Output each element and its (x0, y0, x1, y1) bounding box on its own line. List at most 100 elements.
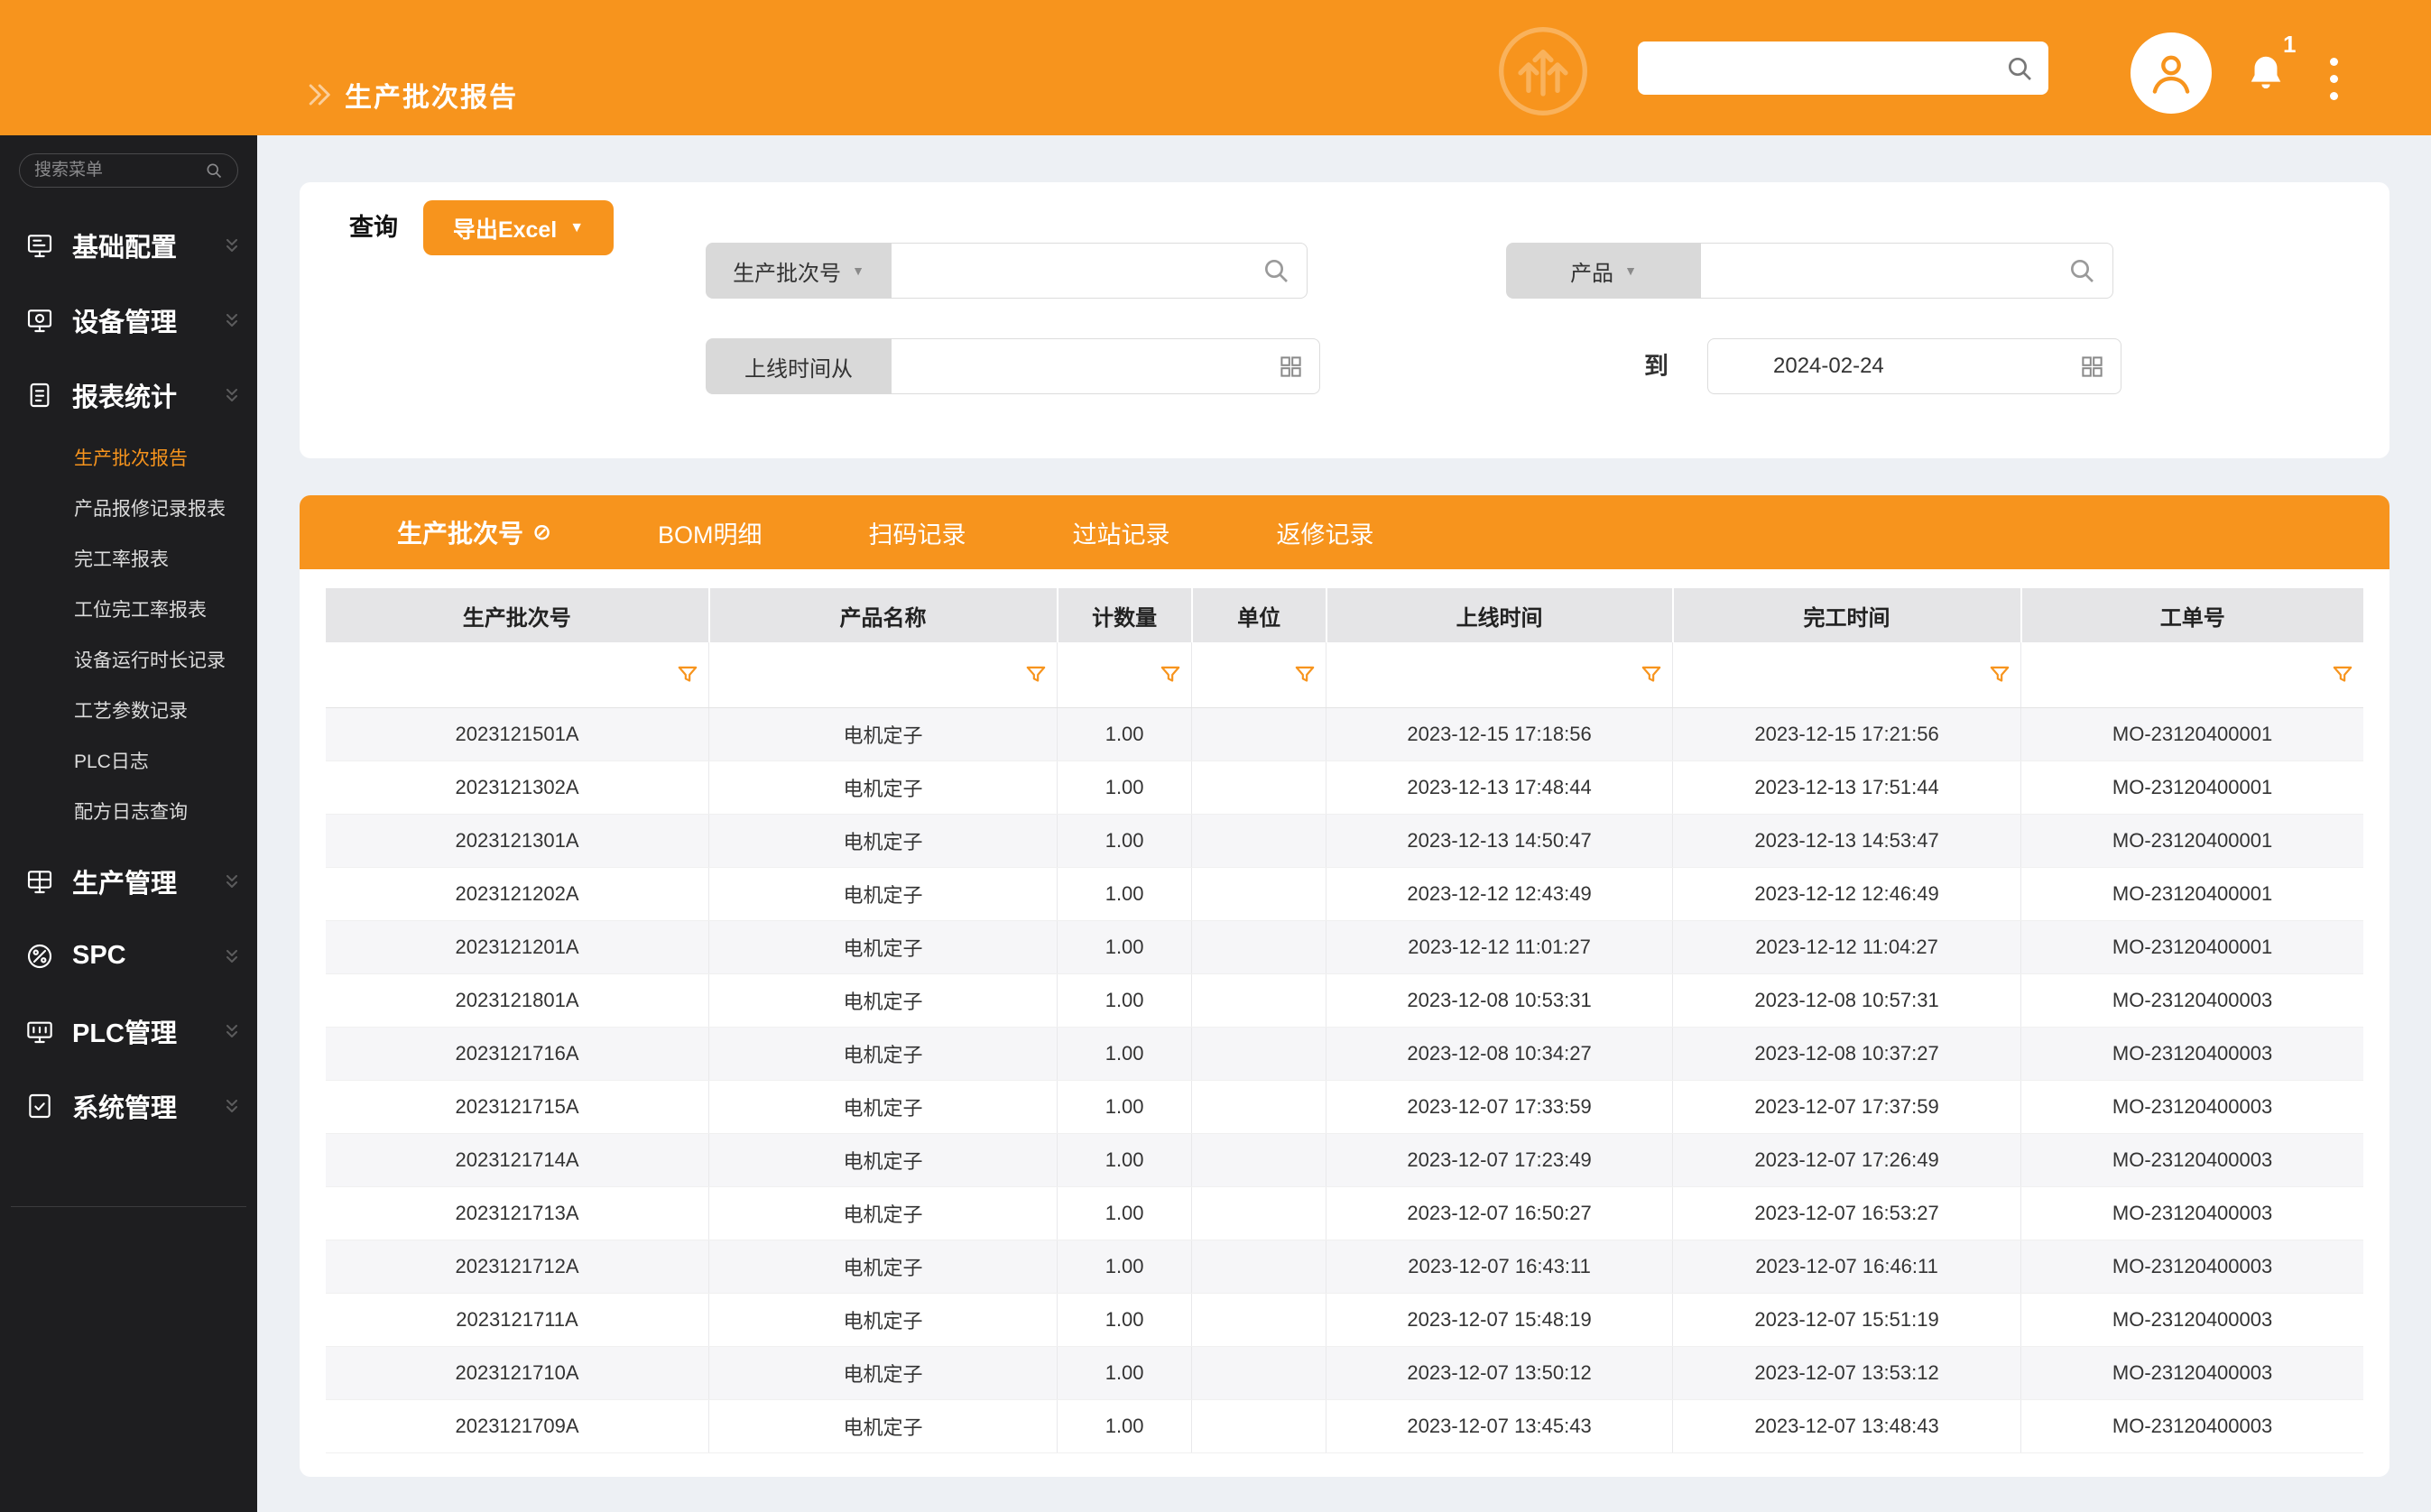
sidebar-subitem[interactable]: PLC日志 (0, 737, 257, 788)
table-cell: 2023-12-08 10:34:27 (1326, 1027, 1673, 1080)
sidebar-subitem[interactable]: 产品报修记录报表 (0, 484, 257, 535)
tab-过站记录[interactable]: 过站记录 (1072, 515, 1169, 550)
tab-label: 扫码记录 (868, 515, 966, 550)
sidebar-item-system-mgmt[interactable]: 系统管理 (0, 1068, 257, 1143)
table-cell: 1.00 (1058, 1027, 1192, 1080)
sidebar-item-spc[interactable]: SPC (0, 918, 257, 993)
table-cell (1192, 1027, 1326, 1080)
table-cell: 2023-12-07 17:26:49 (1673, 1133, 2021, 1186)
sidebar-subitem[interactable]: 完工率报表 (0, 535, 257, 585)
table-row[interactable]: 2023121714A电机定子1.002023-12-07 17:23:4920… (326, 1133, 2363, 1186)
sidebar-subitem[interactable]: 工位完工率报表 (0, 585, 257, 636)
table-row[interactable]: 2023121301A电机定子1.002023-12-13 14:50:4720… (326, 814, 2363, 867)
table-cell: 电机定子 (709, 1027, 1058, 1080)
column-filter-icon[interactable] (1640, 663, 1663, 687)
to-label: 到 (1644, 338, 1668, 394)
table-cell: 2023-12-13 14:50:47 (1326, 814, 1673, 867)
date-to-box (1707, 338, 2121, 394)
table-cell: 电机定子 (709, 1080, 1058, 1133)
tab-生产批次号[interactable]: 生产批次号⊘ (397, 514, 551, 550)
column-filter-cell[interactable] (1673, 642, 2021, 707)
column-filter-cell[interactable] (1192, 642, 1326, 707)
query-label: 查询 (349, 207, 398, 243)
notifications-button[interactable]: 1 (2245, 52, 2303, 110)
table-row[interactable]: 2023121711A电机定子1.002023-12-07 15:48:1920… (326, 1293, 2363, 1346)
table-cell: 2023121713A (326, 1186, 709, 1240)
sidebar-item-label: 基础配置 (72, 226, 177, 264)
online-time-to-group (1707, 338, 2121, 394)
table-row[interactable]: 2023121302A电机定子1.002023-12-13 17:48:4420… (326, 761, 2363, 814)
sidebar-subitem[interactable]: 工艺参数记录 (0, 687, 257, 737)
table-row[interactable]: 2023121501A电机定子1.002023-12-15 17:18:5620… (326, 707, 2363, 761)
product-search-box (1701, 243, 2113, 299)
table-cell: 2023-12-13 17:51:44 (1673, 761, 2021, 814)
online-time-from-group: 上线时间从 (706, 338, 1320, 394)
sidebar-subitem[interactable]: 生产批次报告 (0, 434, 257, 484)
date-grid-icon[interactable] (2080, 355, 2104, 379)
column-filter-icon[interactable] (1293, 663, 1317, 687)
search-icon[interactable] (1262, 256, 1290, 285)
column-filter-icon[interactable] (1159, 663, 1182, 687)
table-row[interactable]: 2023121801A电机定子1.002023-12-08 10:53:3120… (326, 973, 2363, 1027)
column-filter-cell[interactable] (326, 642, 709, 707)
table-cell: MO-23120400003 (2021, 973, 2363, 1027)
table-row[interactable]: 2023121713A电机定子1.002023-12-07 16:50:2720… (326, 1186, 2363, 1240)
date-from-input[interactable] (908, 354, 1279, 379)
column-filter-cell[interactable] (1326, 642, 1673, 707)
sidebar-item-device-mgmt[interactable]: 设备管理 (0, 282, 257, 357)
table-cell: 2023121801A (326, 973, 709, 1027)
search-icon[interactable] (2005, 54, 2034, 83)
column-filter-cell[interactable] (1058, 642, 1192, 707)
circle-slash-icon: ⊘ (532, 519, 551, 546)
tab-BOM明细[interactable]: BOM明细 (658, 515, 763, 550)
table-cell: 2023-12-07 17:33:59 (1326, 1080, 1673, 1133)
table-filter-row (326, 642, 2363, 707)
column-filter-icon[interactable] (1988, 663, 2011, 687)
collapse-chevrons-icon (221, 235, 243, 256)
kebab-menu-icon[interactable] (2325, 52, 2343, 106)
column-filter-icon[interactable] (2331, 663, 2354, 687)
avatar[interactable] (2131, 32, 2212, 114)
table-row[interactable]: 2023121715A电机定子1.002023-12-07 17:33:5920… (326, 1080, 2363, 1133)
table-cell: 电机定子 (709, 1186, 1058, 1240)
search-icon[interactable] (2067, 256, 2096, 285)
tab-返修记录[interactable]: 返修记录 (1276, 515, 1373, 550)
online-time-from-label: 上线时间从 (744, 351, 853, 383)
date-to-input[interactable] (1724, 354, 2080, 379)
sidebar-search-input[interactable] (34, 161, 198, 180)
column-filter-icon[interactable] (1024, 663, 1048, 687)
sidebar-item-basic-config[interactable]: 基础配置 (0, 207, 257, 282)
column-header: 产品名称 (709, 588, 1058, 642)
table-row[interactable]: 2023121716A电机定子1.002023-12-08 10:34:2720… (326, 1027, 2363, 1080)
table-row[interactable]: 2023121712A电机定子1.002023-12-07 16:43:1120… (326, 1240, 2363, 1293)
tab-扫码记录[interactable]: 扫码记录 (868, 515, 966, 550)
date-grid-icon[interactable] (1279, 355, 1303, 379)
product-search-input[interactable] (1717, 258, 2067, 283)
table-cell: 2023-12-13 17:48:44 (1326, 761, 1673, 814)
table-row[interactable]: 2023121709A电机定子1.002023-12-07 13:45:4320… (326, 1399, 2363, 1452)
table-cell: MO-23120400003 (2021, 1133, 2363, 1186)
sidebar-subitem[interactable]: 设备运行时长记录 (0, 636, 257, 687)
sidebar-item-production-mgmt[interactable]: 生产管理 (0, 844, 257, 918)
product-field-select[interactable]: 产品 ▼ (1506, 243, 1701, 299)
sidebar-submenu: 生产批次报告产品报修记录报表完工率报表工位完工率报表设备运行时长记录工艺参数记录… (0, 432, 257, 844)
online-time-from-button[interactable]: 上线时间从 (706, 338, 892, 394)
top-header: 生产批次报告 1 (0, 0, 2431, 135)
header-search-input[interactable] (1652, 56, 2005, 81)
column-filter-cell[interactable] (2021, 642, 2363, 707)
batch-field-select[interactable]: 生产批次号 ▼ (706, 243, 892, 299)
table-row[interactable]: 2023121202A电机定子1.002023-12-12 12:43:4920… (326, 867, 2363, 920)
caret-down-icon: ▼ (852, 263, 864, 278)
sidebar-item-report-stats[interactable]: 报表统计 (0, 357, 257, 432)
sidebar-item-plc-mgmt[interactable]: PLC管理 (0, 993, 257, 1068)
tab-label: BOM明细 (658, 515, 763, 550)
export-excel-button[interactable]: 导出Excel ▼ (423, 200, 614, 255)
batch-search-input[interactable] (908, 258, 1262, 283)
column-filter-cell[interactable] (709, 642, 1058, 707)
column-filter-icon[interactable] (676, 663, 699, 687)
table-cell: 1.00 (1058, 1293, 1192, 1346)
table-row[interactable]: 2023121710A电机定子1.002023-12-07 13:50:1220… (326, 1346, 2363, 1399)
sidebar-item-label: PLC管理 (72, 1012, 177, 1050)
table-row[interactable]: 2023121201A电机定子1.002023-12-12 11:01:2720… (326, 920, 2363, 973)
sidebar-subitem[interactable]: 配方日志查询 (0, 788, 257, 838)
